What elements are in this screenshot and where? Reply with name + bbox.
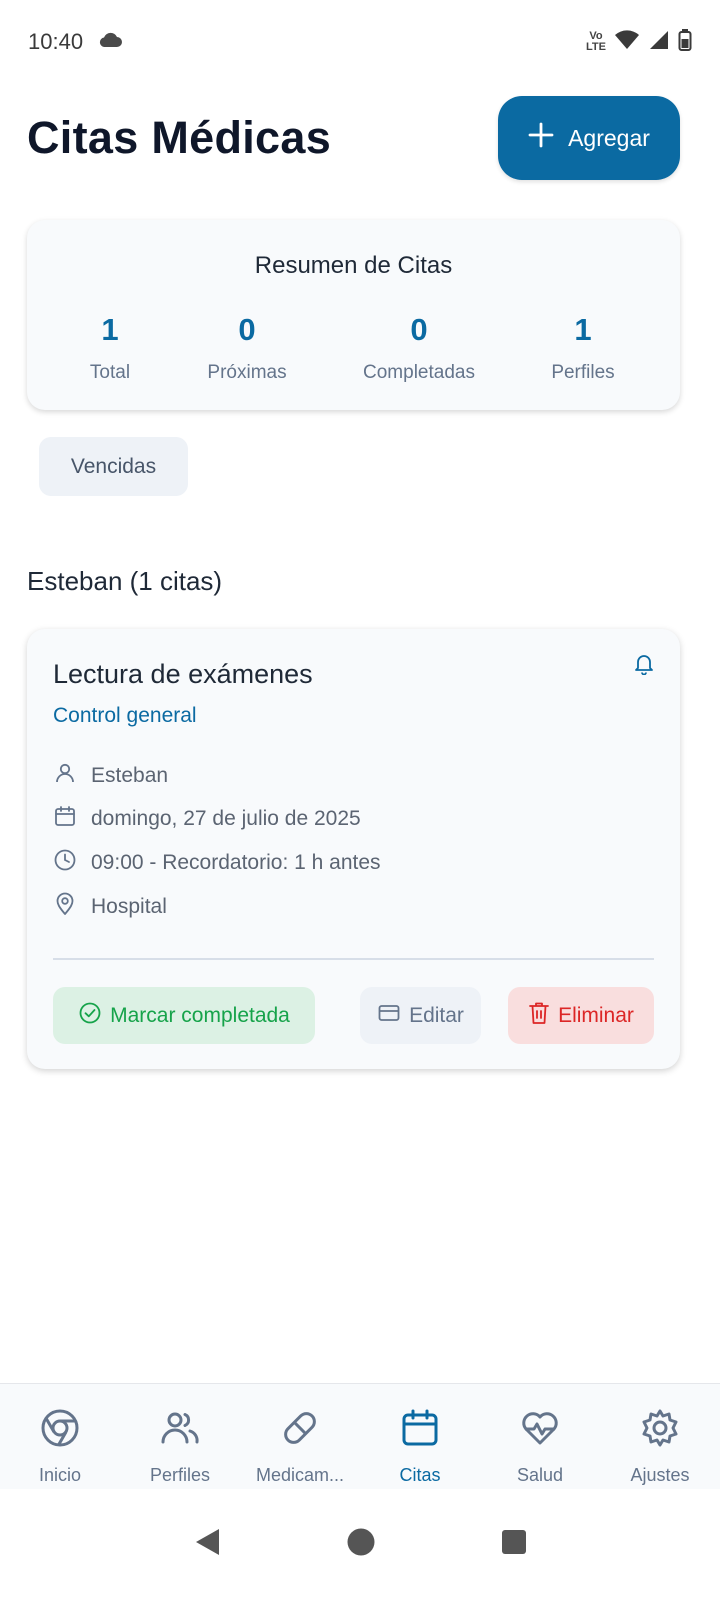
stat-value: 0 (410, 312, 428, 347)
nav-label: Ajustes (630, 1465, 690, 1485)
battery-icon (678, 28, 692, 57)
cloud-icon (97, 29, 123, 55)
heart-pulse-icon (520, 1408, 560, 1453)
detail-date: domingo, 27 de julio de 2025 (53, 804, 361, 834)
pill-icon (280, 1408, 320, 1453)
nav-label: Inicio (38, 1465, 82, 1485)
home-circle-icon[interactable] (346, 1527, 376, 1562)
delete-button[interactable]: Eliminar (508, 987, 654, 1044)
status-bar: 10:40 Vo LTE (0, 0, 720, 84)
nav-item-profiles[interactable]: Perfiles (120, 1384, 240, 1489)
stat-value: 0 (238, 312, 256, 347)
trash-icon (528, 1001, 550, 1031)
status-right: Vo LTE (586, 28, 692, 57)
time-text: 09:00 - Recordatorio: 1 h antes (91, 851, 381, 874)
volte-bottom-label: LTE (586, 41, 606, 53)
detail-location: Hospital (53, 892, 167, 922)
back-icon[interactable] (193, 1527, 221, 1562)
add-appointment-button[interactable]: Agregar (498, 96, 680, 180)
stat-profiles: 1 Perfiles (503, 312, 663, 384)
nav-label: Perfiles (149, 1465, 211, 1485)
edit-label: Editar (409, 1003, 464, 1027)
bottom-nav: Inicio Perfiles Medicam... Citas Salud A… (0, 1383, 720, 1489)
recents-icon[interactable] (501, 1529, 527, 1560)
status-left: 10:40 (28, 29, 123, 55)
delete-label: Eliminar (558, 1003, 634, 1027)
users-icon (160, 1408, 200, 1453)
summary-card: Resumen de Citas 1 Total 0 Próximas 0 Co… (27, 220, 680, 410)
settings-icon (640, 1408, 680, 1453)
signal-icon (648, 29, 670, 56)
detail-time: 09:00 - Recordatorio: 1 h antes (53, 848, 381, 878)
stat-label: Completadas (363, 362, 475, 383)
map-pin-icon (53, 892, 77, 922)
stat-total: 1 Total (30, 312, 190, 384)
check-circle-icon (78, 1001, 102, 1031)
nav-item-settings[interactable]: Ajustes (600, 1384, 720, 1489)
stat-value: 1 (101, 312, 119, 347)
location-text: Hospital (91, 895, 167, 918)
stat-label: Total (89, 362, 131, 383)
appointment-card[interactable]: Lectura de exámenes Control general Este… (27, 629, 680, 1069)
nav-item-appointments[interactable]: Citas (360, 1384, 480, 1489)
nav-label: Medicam... (255, 1465, 345, 1485)
stat-completed: 0 Completadas (339, 312, 499, 384)
status-time: 10:40 (28, 29, 84, 54)
home-icon (40, 1408, 80, 1453)
nav-item-medications[interactable]: Medicam... (240, 1384, 360, 1489)
stat-value: 1 (574, 312, 592, 347)
page-title: Citas Médicas (27, 112, 332, 163)
bell-icon[interactable] (634, 653, 654, 680)
nav-label: Citas (399, 1465, 441, 1485)
clock-icon (53, 848, 77, 878)
system-nav-bar (0, 1489, 720, 1600)
add-button-label: Agregar (568, 124, 650, 151)
detail-person: Esteban (53, 761, 168, 791)
edit-button[interactable]: Editar (360, 987, 481, 1044)
appointment-type: Control general (53, 704, 197, 727)
card-edit-icon (377, 1001, 401, 1031)
volte-icon: Vo LTE (586, 31, 606, 53)
stat-label: Próximas (207, 362, 287, 383)
filter-chip-overdue[interactable]: Vencidas (39, 437, 188, 496)
stat-label: Perfiles (551, 362, 615, 383)
plus-icon (528, 122, 554, 154)
calendar-icon (400, 1408, 440, 1453)
stat-upcoming: 0 Próximas (167, 312, 327, 384)
nav-label: Salud (516, 1465, 564, 1485)
appointment-title: Lectura de exámenes (53, 659, 313, 689)
group-header: Esteban (1 citas) (27, 566, 223, 596)
app-screen: 10:40 Vo LTE Citas Médicas Agregar Resum… (0, 0, 720, 1600)
nav-item-home[interactable]: Inicio (0, 1384, 120, 1489)
mark-completed-label: Marcar completada (110, 1003, 290, 1027)
card-divider (53, 958, 654, 960)
nav-item-health[interactable]: Salud (480, 1384, 600, 1489)
summary-title: Resumen de Citas (254, 252, 453, 279)
wifi-icon (614, 29, 640, 56)
mark-completed-button[interactable]: Marcar completada (53, 987, 315, 1044)
date-text: domingo, 27 de julio de 2025 (91, 807, 361, 830)
person-text: Esteban (91, 764, 169, 787)
calendar-icon (53, 804, 77, 834)
user-icon (53, 761, 77, 791)
